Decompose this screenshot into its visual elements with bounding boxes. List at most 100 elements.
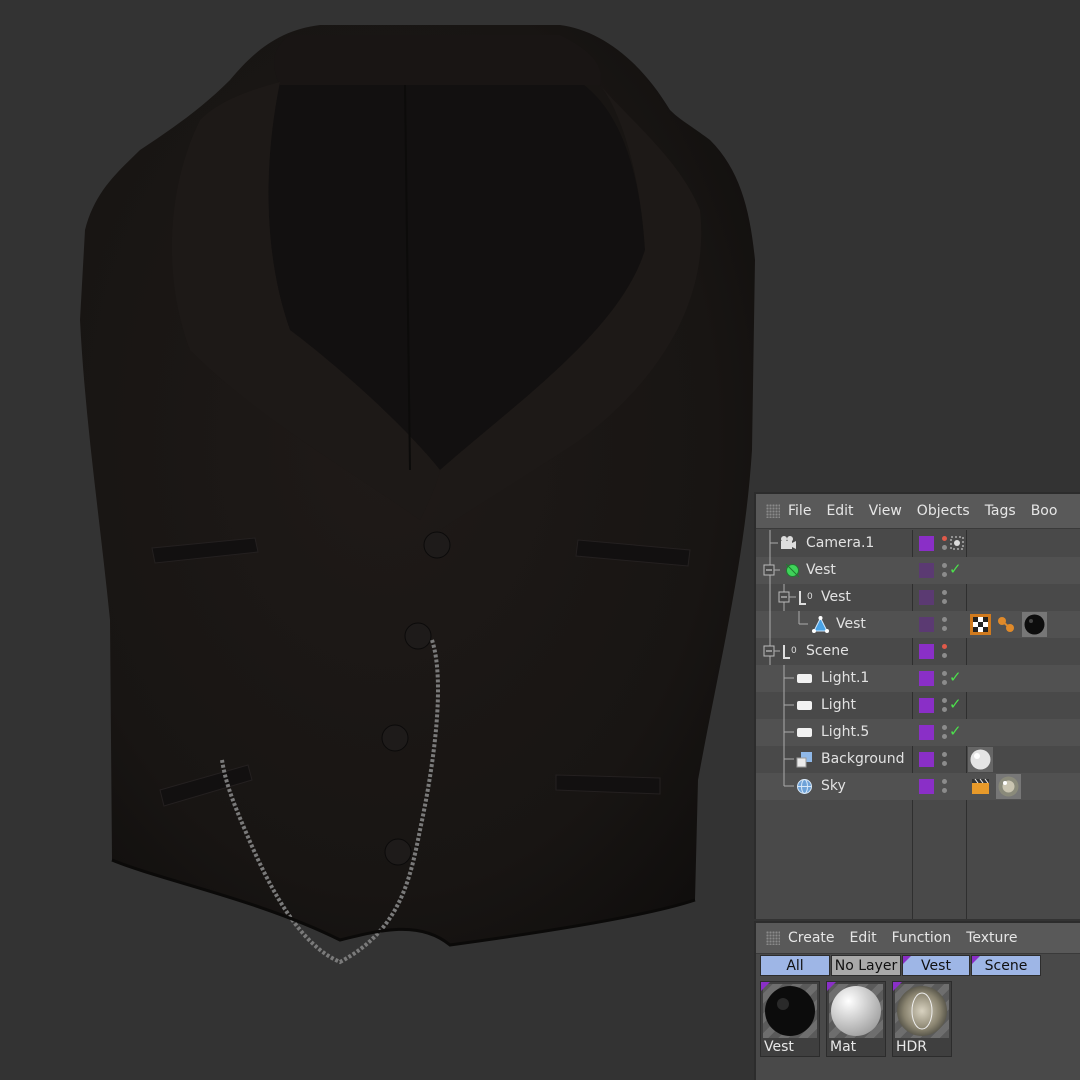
target-tag-icon[interactable] <box>950 536 964 550</box>
vest-collar <box>274 35 601 85</box>
material-manager-panel: Create Edit Function Texture All No Laye… <box>754 921 1080 1080</box>
filter-no-layer[interactable]: No Layer <box>831 955 901 976</box>
object-row-vest-lod[interactable]: 0 Vest <box>756 584 1080 611</box>
svg-text:0: 0 <box>791 646 797 656</box>
editor-visibility-dot[interactable] <box>942 752 947 757</box>
menu-edit[interactable]: Edit <box>826 503 853 519</box>
editor-visibility-dot[interactable] <box>942 644 947 649</box>
object-name: Light.1 <box>821 670 870 686</box>
object-row-camera[interactable]: Camera.1 <box>756 530 1080 557</box>
object-name: Vest <box>821 589 851 605</box>
menu-file[interactable]: File <box>788 503 811 519</box>
object-name: Vest <box>836 616 866 632</box>
material-preview <box>895 984 949 1038</box>
editor-visibility-dot[interactable] <box>942 671 947 676</box>
editor-visibility-dot[interactable] <box>942 536 947 541</box>
render-visibility-dot[interactable] <box>942 707 947 712</box>
menu-texture[interactable]: Texture <box>966 930 1017 946</box>
enabled-check-icon[interactable]: ✓ <box>949 722 962 740</box>
light-icon <box>797 701 812 710</box>
object-name: Light.5 <box>821 724 870 740</box>
layer-color-swatch[interactable] <box>919 563 934 578</box>
filter-scene[interactable]: Scene <box>971 955 1041 976</box>
object-row-light[interactable]: Light ✓ <box>756 692 1080 719</box>
menu-objects[interactable]: Objects <box>917 503 970 519</box>
object-manager-panel: File Edit View Objects Tags Boo Camera.1… <box>754 492 1080 919</box>
enabled-check-icon[interactable]: ✓ <box>949 695 962 713</box>
menu-create[interactable]: Create <box>788 930 835 946</box>
material-tag-icon[interactable] <box>996 774 1021 799</box>
layer-color-swatch[interactable] <box>919 725 934 740</box>
object-name: Scene <box>806 643 849 659</box>
object-row-scene[interactable]: 0 Scene <box>756 638 1080 665</box>
menu-tags[interactable]: Tags <box>985 503 1016 519</box>
material-preview <box>829 984 883 1038</box>
editor-visibility-dot[interactable] <box>942 563 947 568</box>
menu-bookmarks[interactable]: Boo <box>1031 503 1058 519</box>
render-visibility-dot[interactable] <box>942 653 947 658</box>
material-swatch-vest[interactable]: Vest <box>760 981 820 1057</box>
render-visibility-dot[interactable] <box>942 572 947 577</box>
camera-icon <box>781 536 796 549</box>
lod-icon: 0 <box>799 591 813 605</box>
layer-color-swatch[interactable] <box>919 779 934 794</box>
object-row-light-1[interactable]: Light.1 ✓ <box>756 665 1080 692</box>
material-preview <box>763 984 817 1038</box>
light-icon <box>797 728 812 737</box>
editor-visibility-dot[interactable] <box>942 779 947 784</box>
enabled-check-icon[interactable]: ✓ <box>949 560 962 578</box>
uv-tag-icon[interactable] <box>970 614 991 635</box>
object-name: Background <box>821 751 905 767</box>
editor-visibility-dot[interactable] <box>942 725 947 730</box>
menu-function[interactable]: Function <box>892 930 952 946</box>
menu-edit[interactable]: Edit <box>850 930 877 946</box>
object-name: Sky <box>821 778 846 794</box>
background-icon <box>796 752 812 768</box>
enabled-check-icon[interactable]: ✓ <box>949 668 962 686</box>
render-visibility-dot[interactable] <box>942 761 947 766</box>
layer-color-swatch[interactable] <box>919 617 934 632</box>
polygon-icon <box>812 616 829 633</box>
editor-visibility-dot[interactable] <box>942 590 947 595</box>
compositing-tag-icon[interactable] <box>970 776 991 797</box>
render-visibility-dot[interactable] <box>942 626 947 631</box>
material-label: Mat <box>830 1039 857 1055</box>
render-visibility-dot[interactable] <box>942 545 947 550</box>
material-label: Vest <box>764 1039 794 1055</box>
layer-filter-bar: All No Layer Vest Scene <box>760 955 1042 976</box>
layer-color-swatch[interactable] <box>919 536 934 551</box>
object-row-sky[interactable]: Sky <box>756 773 1080 800</box>
render-visibility-dot[interactable] <box>942 680 947 685</box>
object-manager-menubar: File Edit View Objects Tags Boo <box>756 494 1080 529</box>
editor-visibility-dot[interactable] <box>942 698 947 703</box>
render-visibility-dot[interactable] <box>942 788 947 793</box>
phong-tag-icon[interactable] <box>996 614 1017 635</box>
render-visibility-dot[interactable] <box>942 599 947 604</box>
object-name: Vest <box>806 562 836 578</box>
menu-view[interactable]: View <box>869 503 902 519</box>
sky-icon <box>797 779 812 794</box>
material-label: HDR <box>896 1039 928 1055</box>
filter-all[interactable]: All <box>760 955 830 976</box>
layer-color-swatch[interactable] <box>919 644 934 659</box>
material-tag-icon[interactable] <box>1022 612 1047 637</box>
material-tag-icon[interactable] <box>968 747 993 772</box>
object-row-vest-null[interactable]: Vest ✓ <box>756 557 1080 584</box>
layer-color-swatch[interactable] <box>919 752 934 767</box>
panel-grip-icon[interactable] <box>766 931 780 945</box>
layer-color-swatch[interactable] <box>919 671 934 686</box>
svg-text:0: 0 <box>807 592 813 602</box>
object-row-background[interactable]: Background <box>756 746 1080 773</box>
filter-vest[interactable]: Vest <box>902 955 970 976</box>
layer-color-swatch[interactable] <box>919 590 934 605</box>
null-green-icon <box>785 563 800 578</box>
layer-color-swatch[interactable] <box>919 698 934 713</box>
object-row-vest-polygon[interactable]: Vest <box>756 611 1080 638</box>
material-swatch-hdr[interactable]: HDR <box>892 981 952 1057</box>
object-row-light-5[interactable]: Light.5 ✓ <box>756 719 1080 746</box>
editor-visibility-dot[interactable] <box>942 617 947 622</box>
render-visibility-dot[interactable] <box>942 734 947 739</box>
object-name: Camera.1 <box>806 535 875 551</box>
panel-grip-icon[interactable] <box>766 504 780 518</box>
material-swatch-mat[interactable]: Mat <box>826 981 886 1057</box>
